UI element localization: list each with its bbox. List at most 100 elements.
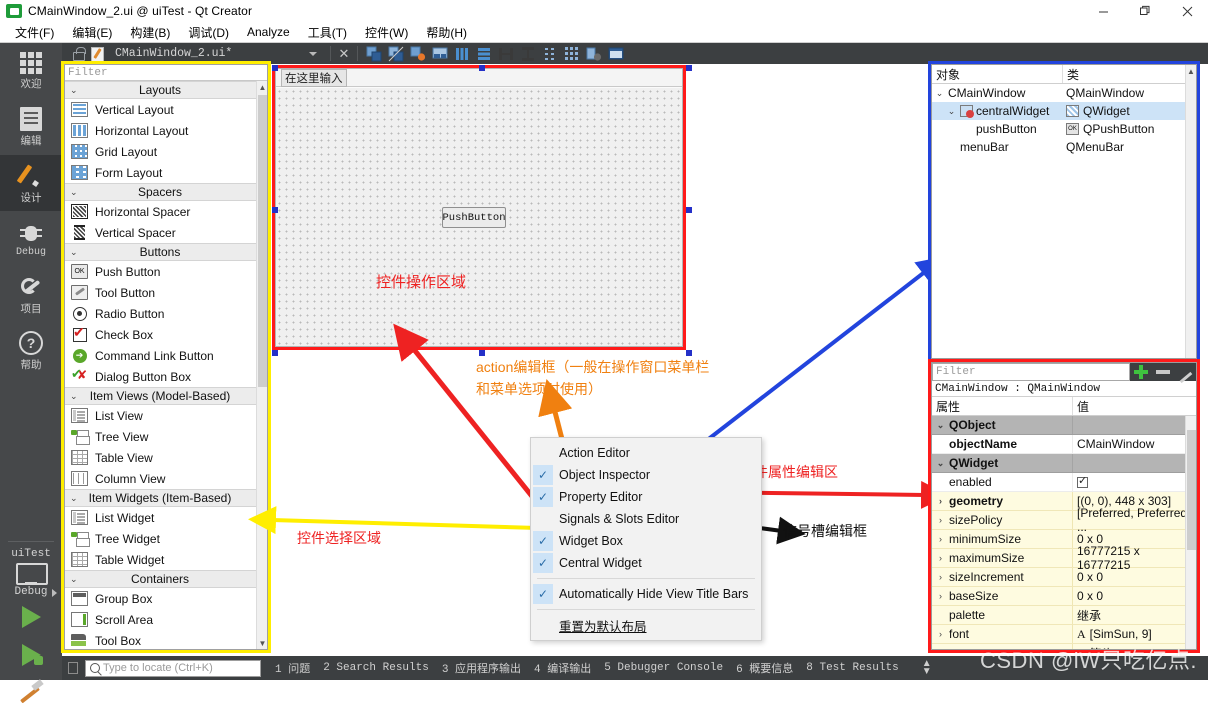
chevron-right-icon[interactable]: › <box>934 572 947 582</box>
resize-handle-ne[interactable] <box>686 65 692 71</box>
add-property-button[interactable] <box>1130 363 1152 381</box>
tab-app-output[interactable]: 3 应用程序输出 <box>442 660 521 676</box>
property-row-sizepolicy[interactable]: › sizePolicy [Preferred, Preferred, ... <box>932 506 1196 534</box>
chevron-right-icon[interactable]: › <box>934 515 947 525</box>
target-kit-selector[interactable] <box>0 563 62 597</box>
widget-item-dialog-button-box[interactable]: Dialog Button Box <box>65 366 267 387</box>
tab-test-results[interactable]: 8 Test Results <box>806 662 898 674</box>
resize-handle-w[interactable] <box>272 207 278 213</box>
ctx-action-editor[interactable]: Action Editor <box>531 442 761 464</box>
close-document-button[interactable]: ✕ <box>336 46 352 62</box>
widget-item-check-box[interactable]: Check Box <box>65 324 267 345</box>
menu-build[interactable]: 构建(B) <box>121 22 179 43</box>
layout-form-icon[interactable] <box>542 46 558 62</box>
widget-item-push-button[interactable]: OK Push Button <box>65 261 267 282</box>
locator-input[interactable]: Type to locate (Ctrl+K) <box>85 659 261 677</box>
menu-widgets[interactable]: 控件(W) <box>356 22 417 43</box>
menu-edit[interactable]: 编辑(E) <box>63 22 121 43</box>
property-group-qwidget[interactable]: ⌄ QWidget <box>932 454 1196 473</box>
widget-group-layouts[interactable]: ⌄ Layouts <box>65 81 267 99</box>
chevron-down-icon[interactable]: ⌄ <box>946 106 957 117</box>
widget-item-horizontal-layout[interactable]: Horizontal Layout <box>65 120 267 141</box>
property-row-objectname[interactable]: objectName CMainWindow <box>932 435 1196 454</box>
mode-design[interactable]: 设计 <box>0 155 62 211</box>
widget-item-command-link-button[interactable]: Command Link Button <box>65 345 267 366</box>
object-row-centralwidget[interactable]: ⌄ centralWidget QWidget <box>932 102 1196 120</box>
widget-item-tree-widget[interactable]: Tree Widget <box>65 528 267 549</box>
adjust-size-icon[interactable] <box>366 46 382 62</box>
widget-item-tool-button[interactable]: Tool Button <box>65 282 267 303</box>
widget-item-vertical-layout[interactable]: Vertical Layout <box>65 99 267 120</box>
mode-edit[interactable]: 编辑 <box>0 99 62 155</box>
property-row-palette[interactable]: palette 继承 <box>932 606 1196 625</box>
ctx-central-widget[interactable]: ✓ Central Widget <box>531 552 761 574</box>
widget-group-item-views[interactable]: ⌄ Item Views (Model-Based) <box>65 387 267 405</box>
chevron-right-icon[interactable]: › <box>934 553 947 563</box>
output-pane-toggle-icon[interactable] <box>68 662 78 674</box>
chevron-right-icon[interactable]: › <box>934 629 947 639</box>
property-row-maximumsize[interactable]: › maximumSize 16777215 x 16777215 <box>932 544 1196 572</box>
ctx-widget-box[interactable]: ✓ Widget Box <box>531 530 761 552</box>
tab-compile-output[interactable]: 4 编译输出 <box>534 660 591 676</box>
widget-item-grid-layout[interactable]: Grid Layout <box>65 141 267 162</box>
property-value[interactable]: 0 x 0 <box>1077 570 1103 584</box>
mode-projects[interactable]: 项目 <box>0 267 62 323</box>
maximize-button[interactable] <box>1124 0 1166 22</box>
widget-item-radio-button[interactable]: Radio Button <box>65 303 267 324</box>
widget-group-spacers[interactable]: ⌄ Spacers <box>65 183 267 201</box>
open-file-combo[interactable]: CMainWindow_2.ui* <box>111 47 309 60</box>
views-context-menu[interactable]: Action Editor ✓ Object Inspector ✓ Prope… <box>530 437 762 641</box>
tab-debugger-console[interactable]: 5 Debugger Console <box>604 662 723 674</box>
break-layout-icon[interactable] <box>388 46 404 62</box>
resize-handle-n[interactable] <box>479 65 485 71</box>
resize-handle-sw[interactable] <box>272 350 278 356</box>
configure-property-button[interactable] <box>1174 363 1196 381</box>
menu-help[interactable]: 帮助(H) <box>417 22 476 43</box>
expand-output-icon[interactable]: ▲ ▼ <box>922 659 932 677</box>
property-value[interactable]: CMainWindow <box>1077 437 1154 451</box>
widget-item-list-view[interactable]: List View <box>65 405 267 426</box>
mode-debug[interactable]: Debug <box>0 211 62 267</box>
menu-debug[interactable]: 调试(D) <box>179 22 238 43</box>
property-value[interactable]: [SimSun, 9] <box>1090 627 1152 641</box>
mode-help[interactable]: ? 帮助 <box>0 323 62 379</box>
property-row-enabled[interactable]: enabled <box>932 473 1196 492</box>
chevron-down-icon[interactable]: ⌄ <box>934 420 947 431</box>
widget-item-tool-box[interactable]: Tool Box <box>65 630 267 649</box>
ctx-auto-hide-title-bars[interactable]: ✓ Automatically Hide View Title Bars <box>531 583 761 605</box>
minimize-button[interactable] <box>1082 0 1124 22</box>
widget-item-table-widget[interactable]: Table Widget <box>65 549 267 570</box>
widget-box-filter[interactable]: Filter <box>65 65 267 81</box>
remove-property-button[interactable] <box>1152 363 1174 381</box>
tab-search-results[interactable]: 2 Search Results <box>323 662 429 674</box>
ctx-reset-layout[interactable]: 重置为默认布局 <box>531 614 761 636</box>
object-row-pushbutton[interactable]: pushButton OK QPushButton <box>932 120 1196 138</box>
layout-splitter-vertical-icon[interactable] <box>520 46 536 62</box>
ctx-signals-slots-editor[interactable]: Signals & Slots Editor <box>531 508 761 530</box>
widget-item-form-layout[interactable]: Form Layout <box>65 162 267 183</box>
chevron-right-icon[interactable]: › <box>934 496 947 506</box>
widget-item-vertical-spacer[interactable]: Vertical Spacer <box>65 222 267 243</box>
chevron-down-icon[interactable] <box>309 51 317 56</box>
widget-item-horizontal-spacer[interactable]: Horizontal Spacer <box>65 201 267 222</box>
mode-welcome[interactable]: 欢迎 <box>0 43 62 99</box>
menu-file[interactable]: 文件(F) <box>6 22 63 43</box>
property-row-basesize[interactable]: › baseSize 0 x 0 <box>932 587 1196 606</box>
enabled-checkbox[interactable] <box>1077 474 1088 488</box>
ctx-property-editor[interactable]: ✓ Property Editor <box>531 486 761 508</box>
property-group-qobject[interactable]: ⌄ QObject <box>932 416 1196 435</box>
tab-issues[interactable]: 1 问题 <box>275 660 310 676</box>
resize-handle-nw[interactable] <box>272 65 278 71</box>
scrollbar-thumb[interactable] <box>1187 430 1196 550</box>
object-inspector-scrollbar[interactable]: ▲ <box>1185 65 1196 358</box>
property-row-sizeincrement[interactable]: › sizeIncrement 0 x 0 <box>932 568 1196 587</box>
lock-icon[interactable] <box>72 47 86 61</box>
menu-analyze[interactable]: Analyze <box>238 23 299 41</box>
widget-item-column-view[interactable]: Column View <box>65 468 267 489</box>
layout-horizontally-icon[interactable] <box>454 46 470 62</box>
ctx-object-inspector[interactable]: ✓ Object Inspector <box>531 464 761 486</box>
layout-vertically-icon[interactable] <box>476 46 492 62</box>
chevron-down-icon[interactable]: ⌄ <box>934 458 947 469</box>
object-row-cmainwindow[interactable]: ⌄ CMainWindow QMainWindow <box>932 84 1196 102</box>
widget-item-list-widget[interactable]: List Widget <box>65 507 267 528</box>
